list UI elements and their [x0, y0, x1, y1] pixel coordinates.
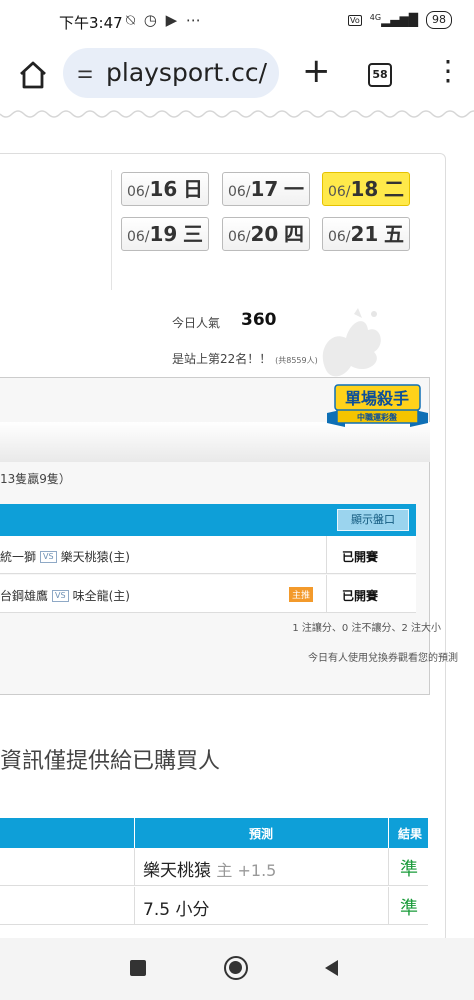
prediction-pick: 7.5 小分 — [143, 895, 209, 920]
voucher-notice: 今日有人使用兌換券觀看您的預測 — [308, 653, 458, 664]
date-weekday: 日 — [183, 177, 204, 201]
date-day: 16 — [149, 177, 178, 201]
date-button-0618[interactable]: 06/18 二 — [322, 172, 410, 206]
single-game-killer-badge: 單場殺手 中職運彩盤 — [327, 384, 428, 427]
status-bar: 下午3:47 ⍉ ◷ ▶ ⋯ Vo 4G▂▄▆█ 98 — [0, 0, 474, 44]
date-month: 06/ — [227, 229, 251, 245]
back-icon[interactable] — [325, 960, 338, 976]
pick-team: 樂天桃猿 — [143, 861, 211, 881]
pick-handicap: 主 +1.5 — [216, 861, 277, 880]
divider — [326, 536, 327, 574]
column-divider — [388, 887, 389, 925]
address-bar[interactable]: ⚌ playsport.cc/ — [63, 48, 279, 98]
date-button-0619[interactable]: 06/19 三 — [121, 217, 209, 251]
pick-total: 7.5 小分 — [143, 900, 210, 920]
overflow-menu-icon[interactable]: ⋮ — [434, 54, 462, 87]
home-team: 樂天桃猿(主) — [60, 550, 130, 564]
rank-note: (共8559人) — [275, 356, 318, 365]
badge-title: 單場殺手 — [345, 389, 409, 408]
network-type: 4G — [369, 13, 382, 22]
column-divider — [388, 818, 389, 848]
prediction-result: 準 — [400, 859, 418, 880]
result-column-header: 結果 — [398, 827, 423, 841]
signal-icon: 4G▂▄▆█ — [369, 13, 418, 27]
prediction-result: 準 — [400, 898, 418, 919]
page-edge — [0, 110, 474, 118]
browser-toolbar: ⚌ playsport.cc/ + 58 ⋮ — [0, 44, 474, 108]
column-divider — [134, 818, 135, 848]
rank-label: 是站上第22名！！ — [172, 352, 272, 366]
date-day: 18 — [350, 177, 379, 201]
date-weekday: 二 — [384, 177, 405, 201]
show-odds-button[interactable]: 顯示盤口 — [337, 509, 409, 531]
status-time: 下午3:47 — [59, 14, 123, 32]
tab-switcher-button[interactable]: 58 — [368, 63, 392, 87]
date-weekday: 四 — [284, 222, 305, 246]
popularity-label: 今日人氣 — [172, 316, 221, 330]
record-text: 13隻贏9隻） — [0, 472, 71, 486]
date-month: 06/ — [327, 229, 351, 245]
badge-subtitle: 中職運彩盤 — [357, 412, 398, 422]
away-team: 統一獅 — [0, 550, 37, 564]
game-status: 已開賽 — [342, 550, 379, 564]
battery-icon: 98 — [426, 11, 452, 29]
date-button-0621[interactable]: 06/21 五 — [322, 217, 410, 251]
prediction-row: 7.5 小分 準 — [0, 887, 428, 925]
date-day: 19 — [149, 222, 178, 246]
vs-badge: VS — [52, 589, 69, 602]
prediction-pick: 樂天桃猿 主 +1.5 — [143, 856, 276, 881]
notification-icons: ⍉ ◷ ▶ ⋯ — [126, 11, 203, 29]
system-icons: Vo 4G▂▄▆█ 98 — [348, 11, 452, 29]
popularity-value: 360 — [241, 310, 277, 330]
volte-icon: Vo — [348, 14, 362, 26]
date-weekday: 一 — [284, 177, 305, 201]
game-row: 統一獅 VS 樂天桃猿(主) 已開賽 — [0, 536, 416, 574]
date-month: 06/ — [126, 184, 150, 200]
bet-summary: 1 注讓分、0 注不讓分、2 注大小 — [292, 623, 441, 634]
date-month: 06/ — [327, 184, 351, 200]
predictions-table-header — [0, 818, 428, 848]
divider — [326, 575, 327, 613]
date-month: 06/ — [126, 229, 150, 245]
featured-pick-badge: 主推 — [289, 587, 314, 602]
date-day: 17 — [250, 177, 279, 201]
date-button-0616[interactable]: 06/16 日 — [121, 172, 209, 206]
purchase-notice: 資訊僅提供給已購買人 — [0, 749, 221, 774]
splash-decoration-icon — [322, 308, 381, 377]
site-settings-icon[interactable]: ⚌ — [77, 62, 93, 83]
game-row: 台鋼雄鷹 VS 味全龍(主) 主推 已開賽 — [0, 575, 416, 613]
prediction-column-header: 預測 — [249, 827, 274, 841]
column-divider — [134, 887, 135, 925]
new-tab-button[interactable]: + — [302, 51, 331, 91]
date-day: 21 — [350, 222, 379, 246]
home-circle-icon[interactable] — [224, 956, 248, 980]
date-weekday: 五 — [384, 222, 405, 246]
date-button-0620[interactable]: 06/20 四 — [222, 217, 310, 251]
prediction-row: 樂天桃猿 主 +1.5 準 — [0, 848, 428, 886]
recents-icon[interactable] — [130, 960, 146, 976]
away-team: 台鋼雄鷹 — [0, 589, 49, 603]
rank-text: 是站上第22名！！ (共8559人) — [172, 350, 318, 367]
vs-badge: VS — [40, 550, 57, 563]
game-status: 已開賽 — [342, 589, 379, 603]
url-text: playsport.cc/ — [106, 58, 268, 87]
column-divider — [134, 848, 135, 886]
divider — [111, 170, 112, 290]
date-day: 20 — [250, 222, 279, 246]
game-teams: 統一獅 VS 樂天桃猿(主) — [0, 548, 130, 565]
column-divider — [388, 848, 389, 886]
date-weekday: 三 — [183, 222, 204, 246]
date-month: 06/ — [227, 184, 251, 200]
game-teams: 台鋼雄鷹 VS 味全龍(主) — [0, 587, 130, 604]
home-team: 味全龍(主) — [72, 589, 130, 603]
home-icon[interactable] — [16, 58, 50, 92]
date-button-0617[interactable]: 06/17 一 — [222, 172, 310, 206]
